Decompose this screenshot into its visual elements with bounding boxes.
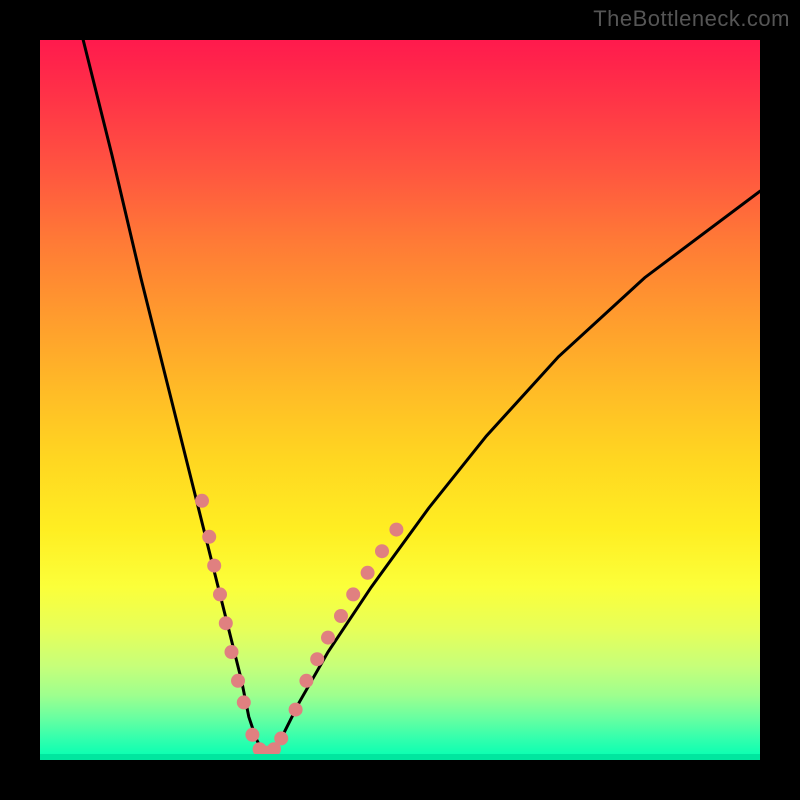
data-marker (237, 695, 251, 709)
data-marker (321, 631, 335, 645)
baseline-strip (40, 754, 760, 760)
data-marker (225, 645, 239, 659)
curve-svg (40, 40, 760, 760)
data-marker (334, 609, 348, 623)
data-marker (231, 674, 245, 688)
data-marker (389, 523, 403, 537)
data-marker (195, 494, 209, 508)
plot-area (40, 40, 760, 760)
data-marker (274, 731, 288, 745)
data-marker (219, 616, 233, 630)
data-marker (207, 559, 221, 573)
data-marker (361, 566, 375, 580)
marker-dots (195, 494, 403, 760)
data-marker (245, 728, 259, 742)
data-marker (213, 587, 227, 601)
data-marker (202, 530, 216, 544)
data-marker (310, 652, 324, 666)
data-marker (299, 674, 313, 688)
chart-frame: TheBottleneck.com (0, 0, 800, 800)
data-marker (346, 587, 360, 601)
data-marker (375, 544, 389, 558)
data-marker (289, 703, 303, 717)
watermark-text: TheBottleneck.com (593, 6, 790, 32)
bottleneck-curve (83, 40, 760, 753)
